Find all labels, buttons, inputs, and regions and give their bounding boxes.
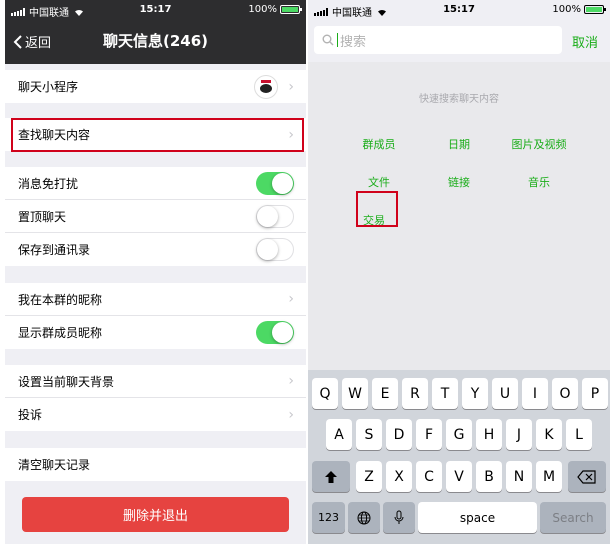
category-date[interactable]: 日期	[419, 136, 499, 152]
key-w[interactable]: W	[342, 378, 368, 409]
search-categories: 群成员 日期 图片及视频 文件 链接 音乐 交易	[308, 125, 610, 239]
group-mini-programs: 聊天小程序 ›	[5, 70, 306, 103]
category-links[interactable]: 链接	[419, 174, 499, 190]
row-label: 置顶聊天	[18, 209, 67, 224]
text-cursor	[337, 33, 338, 47]
keyboard: 123 space Search QWERTYUIOP ASDFGHJKL ZXCV…	[308, 370, 610, 544]
group-toggles: 消息免打扰 置顶聊天 保存到通讯录	[5, 167, 306, 266]
search-input[interactable]: 搜索	[314, 26, 562, 54]
key-b[interactable]: B	[476, 461, 502, 492]
row-show-nicknames: 显示群成员昵称	[5, 316, 306, 349]
backspace-icon	[577, 469, 596, 484]
key-k[interactable]: K	[536, 419, 562, 450]
key-z[interactable]: Z	[356, 461, 382, 492]
mini-program-logo-icon	[254, 74, 279, 99]
search-icon	[322, 34, 334, 46]
key-r[interactable]: R	[402, 378, 428, 409]
key-d[interactable]: D	[386, 419, 412, 450]
key-s[interactable]: S	[356, 419, 382, 450]
row-mute: 消息免打扰	[5, 167, 306, 200]
key-c[interactable]: C	[416, 461, 442, 492]
status-bar: 中国联通 15:17 100%	[5, 0, 306, 20]
shift-icon	[325, 470, 337, 483]
key-q[interactable]: Q	[312, 378, 338, 409]
key-i[interactable]: I	[522, 378, 548, 409]
search-bar: 搜索 取消	[308, 20, 610, 62]
microphone-key[interactable]	[383, 502, 415, 533]
row-set-background[interactable]: 设置当前聊天背景 ›	[5, 365, 306, 398]
key-j[interactable]: J	[506, 419, 532, 450]
row-report[interactable]: 投诉 ›	[5, 398, 306, 431]
sticky-switch[interactable]	[256, 204, 294, 228]
key-a[interactable]: A	[326, 419, 352, 450]
row-label: 设置当前聊天背景	[18, 374, 115, 389]
chevron-right-icon: ›	[288, 291, 294, 307]
backspace-key[interactable]	[568, 461, 606, 492]
chevron-right-icon: ›	[288, 373, 294, 389]
key-o[interactable]: O	[552, 378, 578, 409]
group-clear: 清空聊天记录	[5, 448, 306, 481]
highlight-box	[356, 191, 398, 227]
chevron-right-icon: ›	[288, 406, 294, 423]
battery-icon	[584, 5, 606, 14]
navigation-bar: 返回 聊天信息(246)	[5, 20, 306, 64]
key-e[interactable]: E	[372, 378, 398, 409]
key-t[interactable]: T	[432, 378, 458, 409]
globe-key[interactable]	[348, 502, 380, 533]
battery-percent: 100%	[552, 4, 581, 15]
microphone-icon	[394, 510, 404, 524]
key-p[interactable]: P	[582, 378, 608, 409]
key-f[interactable]: F	[416, 419, 442, 450]
key-y[interactable]: Y	[462, 378, 488, 409]
row-save-contacts: 保存到通讯录	[5, 233, 306, 266]
highlight-box	[11, 118, 304, 152]
mute-switch[interactable]	[256, 171, 294, 195]
status-bar: 中国联通 15:17 100%	[308, 0, 610, 20]
numbers-key[interactable]: 123	[312, 502, 345, 533]
row-label: 消息免打扰	[18, 176, 79, 191]
row-label: 我在本群的昵称	[18, 292, 103, 307]
category-files[interactable]: 文件	[339, 174, 419, 190]
row-label: 显示群成员昵称	[18, 326, 103, 340]
key-v[interactable]: V	[446, 461, 472, 492]
shift-key[interactable]	[312, 461, 350, 492]
group-nicknames: 我在本群的昵称 › 显示群成员昵称	[5, 283, 306, 349]
globe-icon	[357, 511, 371, 524]
chat-info-screen: 中国联通 15:17 100% 返回 聊天信息(246) 聊天小程序 › 查找聊…	[5, 0, 306, 544]
row-label: 保存到通讯录	[18, 243, 91, 257]
row-label: 投诉	[18, 408, 43, 422]
row-my-nickname[interactable]: 我在本群的昵称 ›	[5, 283, 306, 316]
search-placeholder: 搜索	[340, 34, 367, 50]
cancel-button[interactable]: 取消	[572, 32, 598, 51]
page-title: 聊天信息(246)	[102, 32, 209, 50]
battery-percent: 100%	[248, 4, 277, 15]
row-clear-history[interactable]: 清空聊天记录	[5, 448, 306, 481]
key-g[interactable]: G	[446, 419, 472, 450]
delete-and-exit-button[interactable]: 删除并退出	[22, 497, 289, 532]
key-u[interactable]: U	[492, 378, 518, 409]
space-key[interactable]: space	[418, 502, 537, 533]
row-sticky: 置顶聊天	[5, 200, 306, 233]
save-contacts-switch[interactable]	[256, 238, 294, 261]
search-chat-screen: 中国联通 15:17 100% 搜索 取消 快速搜索聊天内容 群成员 日期 图片…	[308, 0, 610, 544]
battery-icon	[280, 5, 302, 14]
category-media[interactable]: 图片及视频	[499, 136, 579, 152]
row-label: 聊天小程序	[18, 80, 79, 94]
key-h[interactable]: H	[476, 419, 502, 450]
category-music[interactable]: 音乐	[499, 174, 579, 190]
row-mini-programs[interactable]: 聊天小程序 ›	[5, 70, 306, 103]
group-background: 设置当前聊天背景 › 投诉 ›	[5, 365, 306, 431]
category-members[interactable]: 群成员	[339, 136, 419, 152]
search-hint: 快速搜索聊天内容	[419, 94, 499, 105]
show-nicknames-switch[interactable]	[256, 321, 294, 344]
search-key[interactable]: Search	[540, 502, 606, 533]
chevron-right-icon: ›	[288, 78, 294, 95]
key-n[interactable]: N	[506, 461, 532, 492]
row-label: 清空聊天记录	[18, 458, 91, 472]
key-x[interactable]: X	[386, 461, 412, 492]
key-l[interactable]: L	[566, 419, 592, 450]
key-m[interactable]: M	[536, 461, 562, 492]
